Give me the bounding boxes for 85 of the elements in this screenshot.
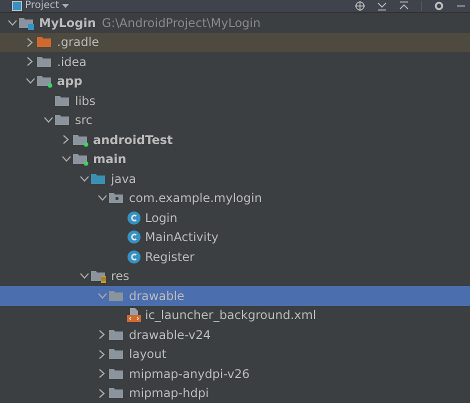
folder-name: mipmap-hdpi bbox=[129, 386, 209, 400]
chevron-right-icon[interactable] bbox=[99, 350, 105, 359]
folder-name: src bbox=[75, 113, 93, 128]
class-icon bbox=[127, 210, 141, 225]
tree-row[interactable]: libs bbox=[0, 91, 470, 110]
folder-icon bbox=[19, 16, 35, 30]
folder-name: com.example.mylogin bbox=[129, 191, 262, 206]
chevron-right-icon[interactable] bbox=[63, 135, 69, 144]
tree-row[interactable]: src bbox=[0, 110, 470, 130]
folder-name: layout bbox=[129, 347, 166, 362]
tree-row[interactable]: layout bbox=[0, 344, 470, 364]
target-icon bbox=[355, 1, 365, 11]
folder-name: res bbox=[111, 269, 130, 284]
chevron-right-icon[interactable] bbox=[99, 388, 105, 398]
chevron-down-icon[interactable] bbox=[80, 273, 88, 280]
folder-icon bbox=[109, 288, 125, 303]
folder-name: MyLogin bbox=[39, 16, 96, 30]
folder-icon bbox=[55, 94, 71, 108]
folder-icon bbox=[73, 152, 89, 166]
chevron-down-icon[interactable] bbox=[26, 78, 34, 84]
tree-row[interactable]: mipmap-anydpi-v26 bbox=[0, 364, 470, 384]
tree-row[interactable]: app bbox=[0, 72, 470, 91]
xml-file-icon bbox=[127, 308, 141, 322]
caret-icon bbox=[62, 4, 70, 8]
folder-name: libs bbox=[75, 94, 96, 108]
folder-icon bbox=[37, 54, 53, 69]
tree-row[interactable]: Login bbox=[0, 208, 470, 228]
chevron-down-icon[interactable] bbox=[80, 176, 88, 182]
collapse-all-button[interactable] bbox=[399, 1, 409, 11]
folder-icon bbox=[109, 386, 125, 400]
panel-icon bbox=[12, 1, 22, 11]
tree-row[interactable]: Register bbox=[0, 247, 470, 266]
folder-name: main bbox=[93, 152, 126, 166]
expand-all-button[interactable] bbox=[377, 1, 387, 11]
folder-icon bbox=[91, 269, 107, 284]
chevron-right-icon[interactable] bbox=[27, 38, 33, 47]
folder-icon bbox=[109, 347, 125, 362]
folder-name: drawable-v24 bbox=[129, 328, 211, 342]
class-icon bbox=[127, 230, 141, 244]
chevron-down-icon[interactable] bbox=[44, 117, 52, 124]
locate-button[interactable] bbox=[355, 1, 365, 11]
chevron-down-icon[interactable] bbox=[8, 20, 16, 26]
settings-button[interactable] bbox=[434, 1, 444, 11]
tree-row[interactable]: main bbox=[0, 150, 470, 169]
collapse-icon bbox=[399, 1, 409, 11]
folder-icon bbox=[109, 366, 125, 381]
tree-row[interactable]: MyLogin G:\AndroidProject\MyLogin bbox=[0, 13, 470, 32]
tree-row[interactable]: .gradle bbox=[0, 32, 470, 52]
folder-icon bbox=[91, 172, 107, 186]
chevron-right-icon[interactable] bbox=[99, 330, 105, 340]
folder-name: mipmap-anydpi-v26 bbox=[129, 366, 250, 381]
tree-row[interactable]: .idea bbox=[0, 52, 470, 72]
folder-name: .idea bbox=[57, 54, 87, 69]
folder-icon bbox=[55, 113, 71, 128]
chevron-right-icon[interactable] bbox=[99, 369, 105, 378]
class-icon bbox=[127, 250, 141, 264]
tree-row[interactable]: res bbox=[0, 266, 470, 286]
folder-icon bbox=[37, 35, 53, 50]
folder-name: app bbox=[57, 74, 82, 88]
folder-icon bbox=[109, 328, 125, 342]
file-name: Register bbox=[145, 250, 194, 264]
folder-icon bbox=[73, 132, 89, 147]
file-name: ic_launcher_background.xml bbox=[145, 308, 316, 322]
tree-row[interactable]: mipmap-hdpi bbox=[0, 384, 470, 403]
chevron-down-icon[interactable] bbox=[98, 195, 106, 202]
folder-icon bbox=[37, 74, 53, 88]
folder-name: java bbox=[111, 172, 136, 186]
tree-row[interactable]: java bbox=[0, 169, 470, 188]
tree-row[interactable]: MainActivity bbox=[0, 228, 470, 247]
chevron-right-icon[interactable] bbox=[27, 57, 33, 66]
file-name: Login bbox=[145, 210, 178, 225]
chevron-down-icon[interactable] bbox=[62, 156, 70, 162]
file-name: MainActivity bbox=[145, 230, 219, 244]
settings-icon bbox=[434, 1, 444, 11]
tree-row[interactable]: com.example.mylogin bbox=[0, 188, 470, 208]
tree-row[interactable]: androidTest bbox=[0, 130, 470, 150]
folder-name: .gradle bbox=[57, 35, 100, 50]
tree-row[interactable]: ic_launcher_background.xml bbox=[0, 306, 470, 325]
expand-icon bbox=[377, 1, 387, 11]
toolbar-title[interactable]: Project bbox=[25, 0, 60, 12]
folder-name: drawable bbox=[129, 288, 184, 303]
package-icon bbox=[109, 191, 125, 206]
tree-row[interactable]: drawable-v24 bbox=[0, 325, 470, 344]
folder-name: androidTest bbox=[93, 132, 173, 147]
project-path: G:\AndroidProject\MyLogin bbox=[102, 16, 261, 30]
